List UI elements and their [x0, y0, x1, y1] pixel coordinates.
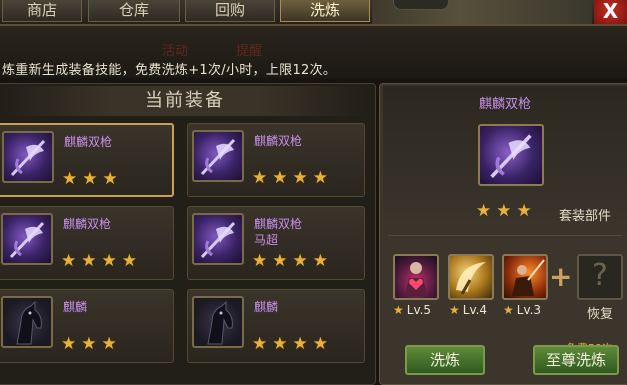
ghost-label-reminder: 提醒 — [236, 44, 263, 59]
refine-button[interactable]: 洗炼 — [405, 345, 485, 375]
current-equipment-title: 当前装备 — [0, 86, 370, 116]
star-rating: ★★★ — [62, 169, 123, 189]
card-item-name: 麒麟双枪 — [254, 134, 303, 148]
horse-icon — [1, 296, 53, 348]
card-item-name: 麒麟双枪 — [63, 217, 112, 231]
halberd-icon — [192, 130, 244, 182]
tab-shop[interactable]: 商店 — [2, 0, 82, 22]
star-rating: ★★★★ — [252, 168, 333, 188]
tab-refine[interactable]: 洗炼 — [280, 0, 370, 22]
divider — [388, 235, 622, 236]
halberd-icon — [2, 131, 54, 183]
tab-buyback[interactable]: 回购 — [185, 0, 275, 22]
card-item-name: 麒麟双枪 — [254, 217, 303, 231]
golden-sweep-skill-icon[interactable] — [448, 254, 494, 300]
skill-level-2: ★ Lv.4 — [449, 303, 488, 317]
halberd-icon — [1, 213, 53, 265]
equipment-card[interactable]: 麒麟双枪 ★★★★ — [187, 123, 365, 197]
equipment-card[interactable]: 麒麟双枪 ★★★★ — [0, 206, 174, 280]
equipment-card[interactable]: 麒麟 ★★★★ — [187, 289, 365, 363]
plus-icon: + — [549, 260, 573, 293]
skill-level-3: ★ Lv.3 — [503, 303, 542, 317]
ghost-label-event: 活动 — [162, 44, 189, 59]
card-item-name: 麒麟双枪 — [64, 135, 113, 149]
equipment-card[interactable]: 麒麟 ★★★ — [0, 289, 174, 363]
card-item-name: 麒麟 — [254, 300, 279, 314]
card-item-name: 麒麟 — [63, 300, 88, 314]
set-part-label: 套装部件 — [559, 209, 612, 224]
skill-level-1: ★ Lv.5 — [393, 303, 432, 317]
halberd-icon — [478, 124, 544, 186]
close-button[interactable]: X — [594, 0, 627, 24]
scene-badge — [393, 0, 449, 10]
star-rating: ★★★★ — [252, 251, 333, 271]
refine-info-text: 炼重新生成装备技能，免费洗炼+1次/小时，上限12次。 — [2, 63, 337, 78]
horse-icon — [192, 296, 244, 348]
selected-item-name: 麒麟双枪 — [478, 97, 531, 112]
star-rating: ★★★★ — [61, 251, 142, 271]
restore-label[interactable]: 恢复 — [587, 303, 613, 322]
question-mark-icon[interactable]: ? — [577, 254, 623, 300]
fire-warrior-skill-icon[interactable] — [502, 254, 548, 300]
star-rating: ★★★ — [61, 334, 122, 354]
premium-refine-button[interactable]: 至尊洗炼 — [533, 345, 619, 375]
card-owner-name: 马超 — [254, 233, 279, 247]
equipment-card[interactable]: 麒麟双枪 马超 ★★★★ — [187, 206, 365, 280]
tab-warehouse[interactable]: 仓库 — [88, 0, 180, 22]
equipment-card[interactable]: 麒麟双枪 ★★★ — [0, 123, 174, 197]
heart-warrior-skill-icon[interactable] — [393, 254, 439, 300]
selected-item-stars: ★★★ — [476, 201, 537, 221]
halberd-icon — [192, 213, 244, 265]
star-rating: ★★★★ — [252, 334, 333, 354]
